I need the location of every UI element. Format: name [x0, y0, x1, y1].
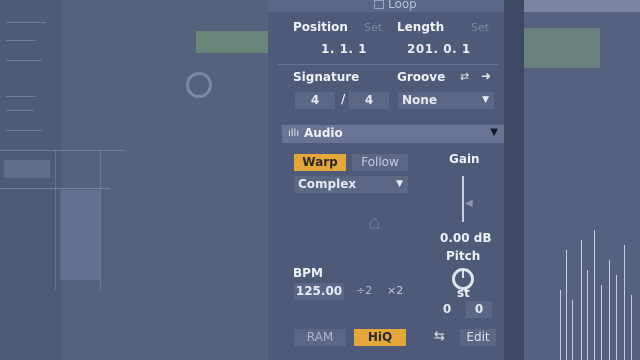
background-divider-bar: [504, 0, 524, 360]
background-browser-strip: [0, 0, 62, 360]
position-set-button[interactable]: Set: [364, 21, 382, 34]
gain-slider-thumb-icon[interactable]: ◀: [465, 198, 473, 209]
groove-label: Groove: [397, 70, 446, 84]
background-block: [4, 160, 50, 178]
pitch-unit-label: st: [457, 286, 470, 300]
background-line: [6, 22, 46, 23]
ram-button[interactable]: RAM: [294, 329, 346, 346]
warp-mode-value: Complex: [298, 177, 357, 191]
groove-dropdown[interactable]: None ▼: [398, 92, 494, 109]
pitch-semitones-field[interactable]: 0: [434, 301, 460, 318]
waveform-line: [594, 230, 595, 360]
swap-icon[interactable]: ⇆: [434, 329, 445, 344]
loop-label: Loop: [388, 0, 417, 11]
loop-strip: [268, 0, 504, 12]
groove-arrow-icon[interactable]: ➜: [481, 69, 491, 83]
signature-label: Signature: [293, 70, 360, 84]
background-block: [60, 190, 100, 280]
length-set-button[interactable]: Set: [471, 21, 489, 34]
chevron-down-icon: ▼: [482, 95, 489, 105]
hiq-button[interactable]: HiQ: [354, 329, 406, 346]
ghost-icon: ⌂: [368, 210, 381, 234]
background-divider: [100, 150, 101, 290]
chevron-down-icon: ▼: [396, 179, 403, 189]
loop-box-icon[interactable]: [374, 0, 384, 9]
background-line: [6, 40, 36, 41]
background-clip: [196, 31, 268, 53]
pitch-knob-needle: [462, 268, 464, 278]
groove-value: None: [402, 93, 437, 107]
background-cursor: [186, 72, 212, 98]
follow-button[interactable]: Follow: [352, 154, 408, 171]
position-value[interactable]: 1. 1. 1: [321, 42, 367, 56]
waveform-line: [631, 295, 632, 360]
background-line: [6, 110, 34, 111]
bpm-half-button[interactable]: ÷2: [356, 284, 372, 297]
bpm-double-button[interactable]: ×2: [387, 284, 403, 297]
audio-title: Audio: [304, 126, 343, 140]
gain-value[interactable]: 0.00 dB: [440, 231, 492, 245]
waveform-line: [624, 245, 625, 360]
audio-section-header[interactable]: ıllı Audio ▼: [282, 125, 504, 143]
waveform-line: [581, 240, 582, 360]
pitch-cents-field[interactable]: 0: [466, 301, 492, 318]
background-divider: [55, 150, 56, 290]
bpm-label: BPM: [293, 266, 323, 280]
screen: Loop Position Set Length Set 1. 1. 1 201…: [0, 0, 640, 360]
background-line: [6, 96, 36, 97]
background-line: [6, 130, 42, 131]
length-label: Length: [397, 20, 445, 34]
gain-slider[interactable]: [462, 176, 464, 222]
signature-separator: /: [341, 92, 346, 106]
background-header: [524, 0, 640, 12]
length-value[interactable]: 201. 0. 1: [407, 42, 471, 56]
background-clip: [524, 28, 600, 68]
waveform-line: [601, 285, 602, 360]
warp-button[interactable]: Warp: [294, 154, 346, 171]
waveform-line: [566, 250, 567, 360]
gain-label: Gain: [449, 152, 480, 166]
warp-mode-dropdown[interactable]: Complex ▼: [294, 176, 408, 193]
waveform-line: [609, 260, 610, 360]
waveform-line: [616, 275, 617, 360]
waveform-line: [572, 300, 573, 360]
divider: [278, 64, 498, 65]
pitch-label: Pitch: [446, 249, 481, 263]
clip-view-panel: Loop Position Set Length Set 1. 1. 1 201…: [268, 0, 504, 360]
groove-hot-swap-icon[interactable]: ⇄: [460, 70, 469, 83]
waveform-icon: ıllı: [288, 128, 300, 139]
background-line: [0, 150, 125, 151]
position-label: Position: [293, 20, 348, 34]
background-line: [6, 60, 42, 61]
signature-denominator-field[interactable]: 4: [349, 92, 389, 109]
waveform-line: [587, 270, 588, 360]
bpm-field[interactable]: 125.00: [294, 283, 344, 300]
waveform-line: [560, 290, 561, 360]
chevron-down-icon[interactable]: ▼: [490, 127, 498, 138]
signature-numerator-field[interactable]: 4: [295, 92, 335, 109]
edit-button[interactable]: Edit: [460, 329, 496, 346]
